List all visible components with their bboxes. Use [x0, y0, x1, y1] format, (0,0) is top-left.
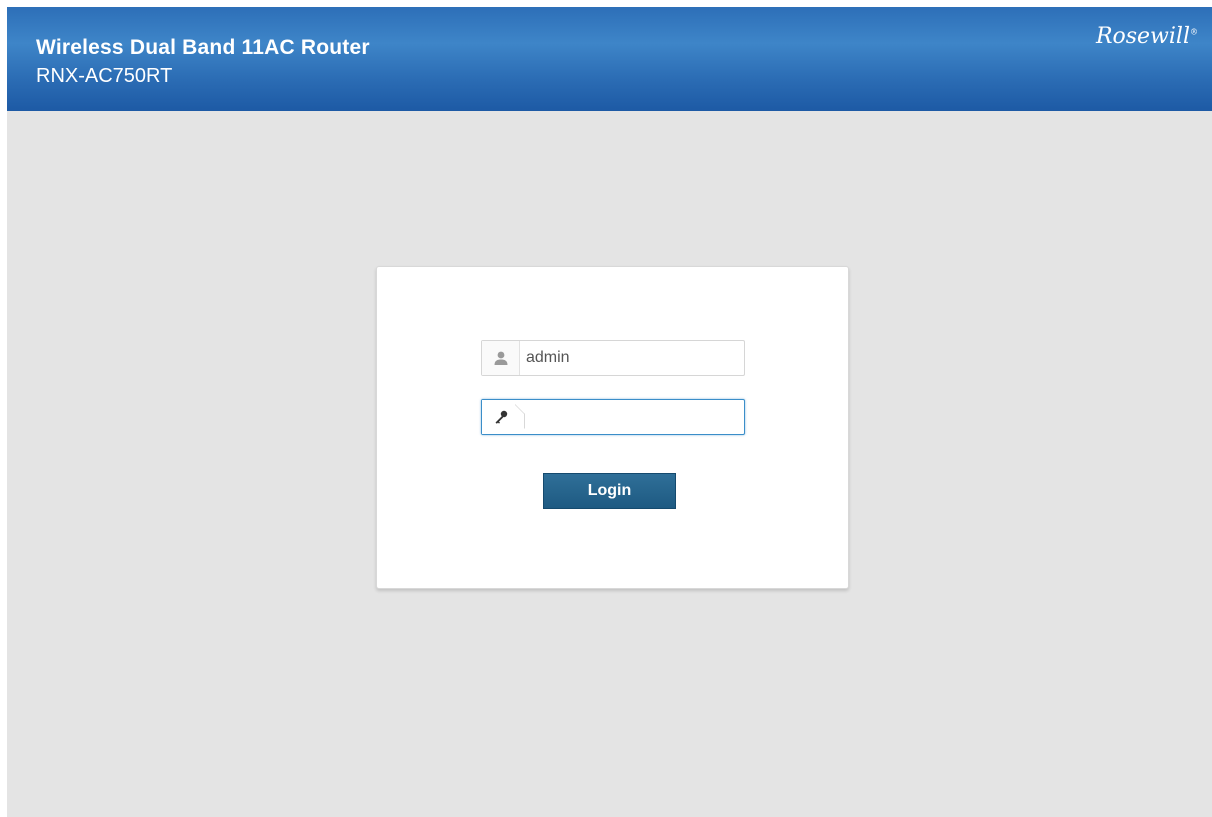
key-icon	[482, 400, 521, 434]
username-input[interactable]	[526, 341, 736, 375]
header-bar: Wireless Dual Band 11AC Router RNX-AC750…	[7, 7, 1212, 111]
brand-name: Rosewill	[1095, 24, 1190, 49]
model-name: RNX-AC750RT	[36, 65, 173, 87]
username-field[interactable]	[481, 340, 745, 376]
login-card: Login	[376, 266, 849, 589]
password-field[interactable]	[481, 399, 745, 435]
page-title: Wireless Dual Band 11AC Router	[36, 36, 370, 59]
password-input[interactable]	[530, 400, 740, 434]
brand-logo: Rosewill®	[1095, 24, 1198, 49]
page-frame: Wireless Dual Band 11AC Router RNX-AC750…	[7, 7, 1212, 817]
user-icon	[482, 341, 520, 375]
login-button[interactable]: Login	[543, 473, 676, 509]
